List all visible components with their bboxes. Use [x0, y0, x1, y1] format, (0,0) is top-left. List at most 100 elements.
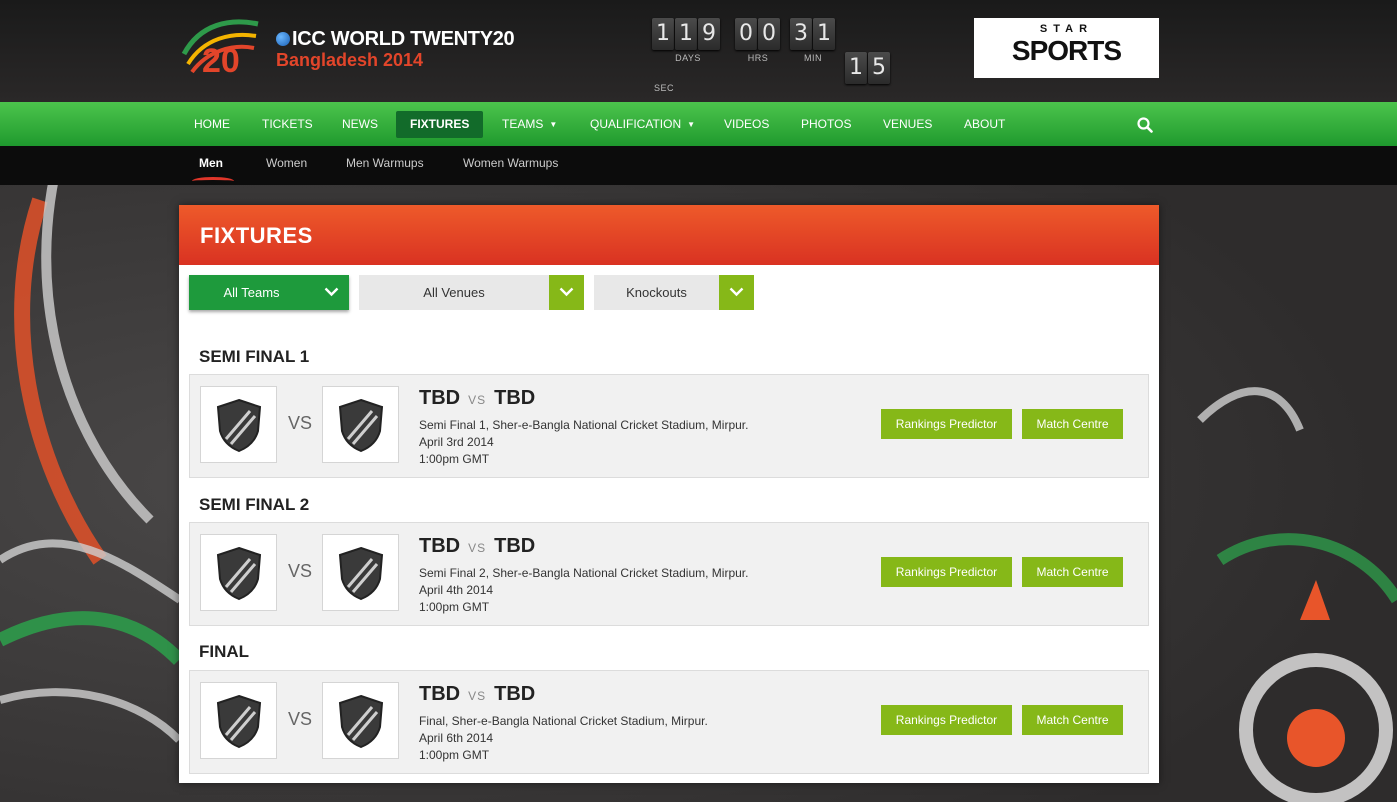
chevron-down-icon — [559, 287, 574, 297]
event-title: ICC WORLD TWENTY20 — [276, 28, 515, 51]
countdown-timer: 1 1 9 DAYS 0 0 HRS 3 1 MIN 1 5 SEC — [652, 18, 902, 98]
match-title[interactable]: TBD VS TBD — [419, 387, 535, 410]
match-time: 1:00pm GMT — [419, 748, 490, 762]
nav-item-label: TEAMS — [502, 117, 544, 131]
countdown-minutes-digit: 1 — [813, 18, 835, 50]
team1-name: TBD — [419, 535, 461, 557]
shield-icon — [216, 398, 262, 453]
vs-label: VS — [288, 709, 313, 729]
section-title: FINAL — [199, 642, 250, 661]
nav-item-about[interactable]: ABOUT — [950, 111, 1019, 138]
team1-name: TBD — [419, 387, 461, 409]
section-title: SEMI FINAL 2 — [199, 495, 310, 514]
venues-filter-toggle[interactable] — [549, 275, 584, 310]
teams-filter-dropdown[interactable]: All Teams — [189, 275, 349, 310]
section-title: SEMI FINAL 1 — [199, 347, 310, 366]
caret-down-icon: ▼ — [687, 120, 696, 129]
subnav-item-women-warmups[interactable]: Women Warmups — [463, 156, 558, 170]
nav-item-venues[interactable]: VENUES — [869, 111, 946, 138]
site-header: 20 ICC WORLD TWENTY20 Bangladesh 2014 1 … — [0, 0, 1397, 102]
nav-item-fixtures[interactable]: FIXTURES — [396, 111, 484, 138]
countdown-seconds-digit: 5 — [868, 52, 890, 84]
team2-name: TBD — [494, 387, 536, 409]
decorative-orange-circle — [1287, 709, 1345, 767]
stage-filter-value: Knockouts — [626, 285, 687, 300]
sponsor-logo[interactable]: STAR SPORTS — [974, 18, 1159, 78]
nav-item-qualification[interactable]: QUALIFICATION ▼ — [576, 111, 709, 138]
stage-filter-toggle[interactable] — [719, 275, 754, 310]
chevron-down-icon — [324, 287, 339, 297]
team1-name: TBD — [419, 683, 461, 705]
nav-item-label: VIDEOS — [724, 117, 770, 131]
nav-item-label: HOME — [194, 117, 230, 131]
venues-filter-dropdown[interactable]: All Venues — [359, 275, 584, 310]
subnav-item-women[interactable]: Women — [266, 156, 307, 170]
nav-item-label: NEWS — [342, 117, 378, 131]
match-date: April 3rd 2014 — [419, 435, 494, 449]
team1-badge[interactable] — [200, 682, 277, 759]
event-subtitle: Bangladesh 2014 — [276, 50, 424, 70]
vs-label: VS — [288, 413, 313, 433]
team1-badge[interactable] — [200, 534, 277, 611]
nav-item-teams[interactable]: TEAMS ▼ — [488, 111, 571, 138]
match-venue: Semi Final 2, Sher-e-Bangla National Cri… — [419, 566, 749, 580]
shield-icon — [338, 398, 384, 453]
stage-filter-dropdown[interactable]: Knockouts — [594, 275, 754, 310]
teams-filter-value: All Teams — [223, 285, 280, 300]
rankings-predictor-button[interactable]: Rankings Predictor — [881, 557, 1012, 587]
event-logo[interactable]: 20 ICC WORLD TWENTY20 Bangladesh 2014 — [180, 14, 520, 84]
rankings-predictor-button[interactable]: Rankings Predictor — [881, 409, 1012, 439]
team1-badge[interactable] — [200, 386, 277, 463]
countdown-hours-digit: 0 — [758, 18, 780, 50]
countdown-days-label: DAYS — [675, 53, 701, 63]
nav-item-label: VENUES — [883, 117, 933, 131]
active-tab-indicator — [192, 177, 234, 185]
vs-small-label: VS — [468, 689, 487, 703]
match-centre-button[interactable]: Match Centre — [1022, 409, 1123, 439]
nav-item-news[interactable]: NEWS — [328, 111, 392, 138]
vs-label: VS — [288, 561, 313, 581]
team2-badge[interactable] — [322, 534, 399, 611]
teams-filter-toggle[interactable] — [314, 275, 349, 310]
nav-item-tickets[interactable]: TICKETS — [248, 111, 327, 138]
nav-item-photos[interactable]: PHOTOS — [787, 111, 865, 138]
nav-item-label: FIXTURES — [410, 117, 470, 131]
match-title[interactable]: TBD VS TBD — [419, 535, 535, 558]
nav-item-label: QUALIFICATION — [590, 117, 682, 131]
sponsor-logo-main: SPORTS — [1011, 35, 1122, 66]
search-icon[interactable] — [1136, 116, 1154, 134]
team2-name: TBD — [494, 535, 536, 557]
countdown-minutes-digit: 3 — [790, 18, 812, 50]
countdown-days-digit: 1 — [652, 18, 674, 50]
t20-logo-icon: 20 — [181, 19, 259, 80]
fixtures-panel: FIXTURES All Teams All Venues Knockouts … — [179, 205, 1159, 783]
event-title-text: ICC WORLD TWENTY20 — [292, 28, 515, 50]
nav-item-home[interactable]: HOME — [180, 111, 244, 138]
match-centre-button[interactable]: Match Centre — [1022, 557, 1123, 587]
match-time: 1:00pm GMT — [419, 600, 490, 614]
countdown-hours-label: HRS — [747, 53, 769, 63]
match-centre-button[interactable]: Match Centre — [1022, 705, 1123, 735]
subnav-item-men[interactable]: Men — [199, 156, 223, 170]
team2-badge[interactable] — [322, 682, 399, 759]
match-time: 1:00pm GMT — [419, 452, 490, 466]
cricket-ball-icon — [276, 32, 290, 46]
nav-item-label: TICKETS — [262, 117, 313, 131]
shield-icon — [338, 694, 384, 749]
subnav-item-men-warmups[interactable]: Men Warmups — [346, 156, 424, 170]
countdown-days-digit: 9 — [698, 18, 720, 50]
page-title: FIXTURES — [200, 223, 313, 248]
shield-icon — [216, 546, 262, 601]
sponsor-logo-top: STAR — [1039, 23, 1094, 35]
logo-number: 20 — [202, 42, 240, 80]
venues-filter-value: All Venues — [423, 285, 485, 300]
main-navigation: HOME TICKETS NEWS FIXTURES TEAMS ▼ QUALIF… — [0, 102, 1397, 146]
team2-name: TBD — [494, 683, 536, 705]
match-title[interactable]: TBD VS TBD — [419, 683, 535, 706]
shield-icon — [338, 546, 384, 601]
team2-badge[interactable] — [322, 386, 399, 463]
rankings-predictor-button[interactable]: Rankings Predictor — [881, 705, 1012, 735]
vs-small-label: VS — [468, 541, 487, 555]
nav-item-videos[interactable]: VIDEOS — [710, 111, 783, 138]
caret-down-icon: ▼ — [549, 120, 558, 129]
